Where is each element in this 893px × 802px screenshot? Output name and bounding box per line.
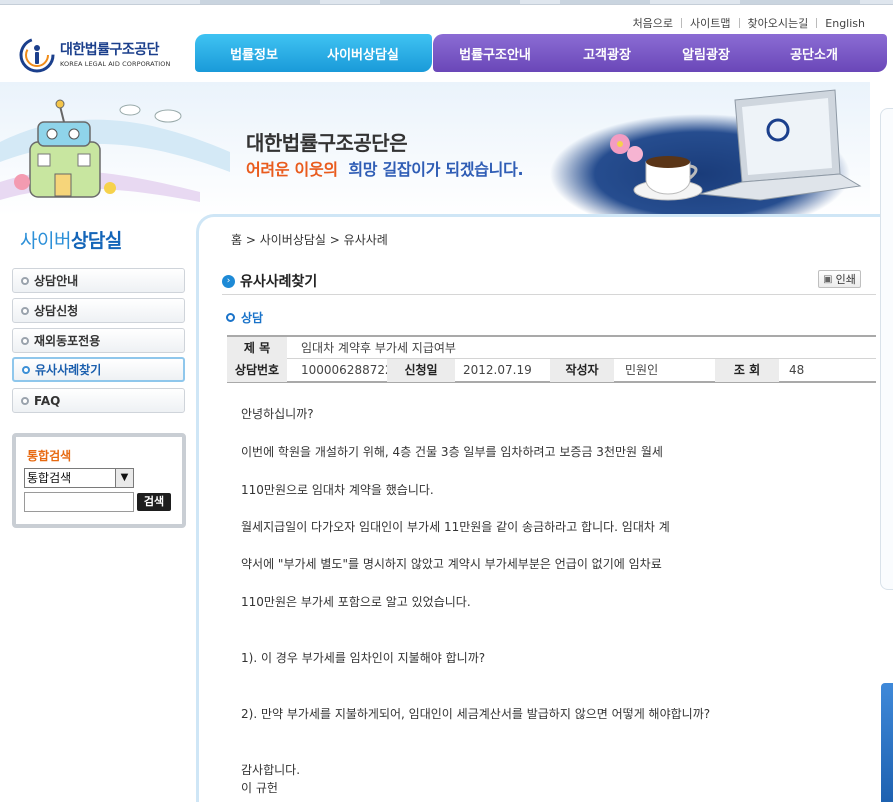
body-paragraph: 감사합니다. (241, 763, 301, 777)
browser-top-strip (0, 0, 893, 5)
subject-label: 제 목 (227, 337, 287, 360)
bullet-icon (226, 313, 235, 322)
sidebar-item-counseling-guide[interactable]: 상담안내 (12, 268, 185, 293)
site-logo[interactable]: 대한법률구조공단 KOREA LEGAL AID CORPORATION (18, 36, 178, 76)
search-scope-select[interactable]: 통합검색 ▼ (24, 468, 134, 488)
body-paragraph: 이 규헌 (241, 781, 278, 795)
sidebar-item-similar-cases[interactable]: 유사사례찾기 (12, 357, 185, 382)
section-heading: 상담 (226, 309, 263, 326)
banner-headline: 대한법률구조공단은 (246, 131, 408, 155)
page: 처음으로 사이트맵 찾아오시는길 English 대한법률구조공단 KOREA … (0, 0, 893, 802)
body-paragraph: 2). 만약 부가세를 지불하게되어, 임대인이 세금계산서를 발급하지 않으면… (241, 707, 711, 721)
subject-value: 임대차 계약후 부가세 지급여부 (301, 341, 456, 355)
body-paragraph: 1). 이 경우 부가세를 임차인이 지불해야 합니까? (241, 651, 486, 665)
main-nav-secondary: 법률구조안내 고객광장 알림광장 공단소개 (433, 34, 887, 72)
printer-icon: ▣ (823, 273, 833, 285)
print-button[interactable]: ▣ 인쇄 (818, 270, 861, 288)
body-paragraph: 이번에 학원을 개설하기 위해, 4층 건물 3층 일부를 임차하려고 보증금 … (241, 445, 663, 459)
sidebar-title: 사이버상담실 (20, 230, 122, 252)
nav-about[interactable]: 공단소개 (755, 44, 873, 63)
right-quick-menu[interactable] (880, 108, 893, 590)
search-input[interactable] (24, 492, 134, 512)
arrow-right-icon: › (222, 274, 235, 288)
nav-legal-info[interactable]: 법률정보 (195, 44, 313, 63)
breadcrumb: 홈 > 사이버상담실 > 유사사례 (231, 233, 388, 247)
logo-name-english: KOREA LEGAL AID CORPORATION (60, 60, 171, 68)
body-paragraph: 월세지급일이 다가오자 임대인이 부가세 11만원을 같이 송금하라고 합니다.… (241, 520, 670, 534)
chevron-down-icon[interactable]: ▼ (115, 469, 133, 487)
body-paragraph: 안녕하십니까? (241, 407, 314, 421)
nav-cyber-counseling[interactable]: 사이버상담실 (313, 44, 413, 63)
page-heading: › 유사사례찾기 (222, 271, 317, 291)
views-label: 조 회 (715, 359, 779, 382)
banner-illustration (0, 82, 870, 216)
body-paragraph: 약서에 "부가세 별도"를 명시하지 않았고 계약시 부가세부분은 언급이 없기… (241, 557, 662, 571)
util-link-sitemap[interactable]: 사이트맵 (682, 15, 738, 31)
date-value: 2012.07.19 (463, 363, 532, 377)
table-row: 상담번호 100006288722 신청일 2012.07.19 작성자 민원인… (227, 359, 876, 383)
search-button[interactable]: 검색 (137, 493, 171, 511)
body-paragraph: 110만원으로 임대차 계약을 했습니다. (241, 483, 434, 497)
bullet-icon (21, 306, 29, 315)
bullet-icon (22, 365, 30, 374)
number-label: 상담번호 (227, 359, 287, 382)
bullet-icon (21, 336, 29, 345)
bullet-icon (21, 396, 29, 405)
logo-mark-icon (19, 37, 55, 73)
table-row: 제 목 임대차 계약후 부가세 지급여부 (227, 335, 876, 360)
page-title: 유사사례찾기 (240, 274, 318, 290)
sidebar-item-faq[interactable]: FAQ (12, 388, 185, 413)
nav-notice-plaza[interactable]: 알림광장 (657, 44, 755, 63)
integrated-search-box: 통합검색 통합검색 ▼ 검색 (12, 433, 186, 528)
author-label: 작성자 (550, 359, 614, 382)
date-label: 신청일 (387, 359, 455, 382)
util-link-directions[interactable]: 찾아오시는길 (740, 15, 817, 31)
views-value: 48 (789, 363, 805, 377)
hero-banner: 대한법률구조공단은 어려운 이웃의 희망 길잡이가 되겠습니다. (0, 82, 870, 216)
nav-legal-aid-guide[interactable]: 법률구조안내 (433, 44, 557, 63)
nav-customer-plaza[interactable]: 고객광장 (557, 44, 657, 63)
logo-name-korean: 대한법률구조공단 (60, 42, 160, 58)
right-side-tab[interactable] (881, 683, 893, 802)
util-link-english[interactable]: English (817, 17, 873, 30)
search-title: 통합검색 (27, 449, 72, 463)
body-paragraph: 110만원은 부가세 포함으로 알고 있었습니다. (241, 595, 471, 609)
bullet-icon (21, 276, 29, 285)
sidebar-item-overseas-koreans[interactable]: 재외동포전용 (12, 328, 185, 353)
author-value: 민원인 (625, 363, 659, 377)
utility-links: 처음으로 사이트맵 찾아오시는길 English (625, 15, 873, 31)
sidebar-item-counseling-request[interactable]: 상담신청 (12, 298, 185, 323)
util-link-home[interactable]: 처음으로 (625, 15, 681, 31)
main-nav-primary: 법률정보 사이버상담실 (195, 34, 432, 72)
number-value: 100006288722 (301, 363, 393, 377)
record-info-table: 제 목 임대차 계약후 부가세 지급여부 상담번호 100006288722 신… (227, 335, 876, 383)
divider (222, 294, 876, 295)
banner-tagline: 어려운 이웃의 희망 길잡이가 되겠습니다. (246, 160, 524, 179)
